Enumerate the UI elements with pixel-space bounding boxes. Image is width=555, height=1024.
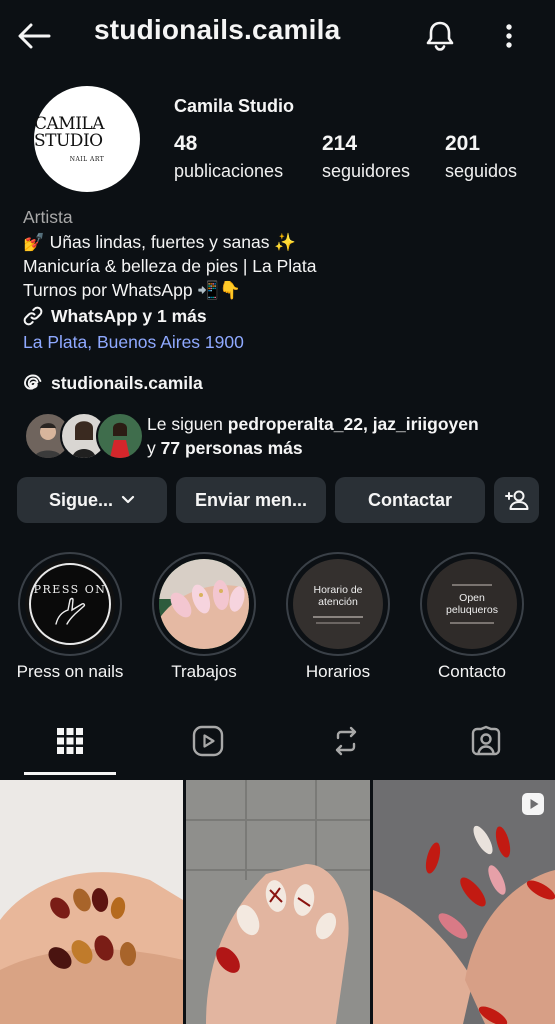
- tab-reels[interactable]: [162, 720, 254, 762]
- post-thumbnail[interactable]: [0, 780, 183, 1024]
- stat-value: 201: [445, 132, 481, 155]
- grid-icon: [56, 727, 84, 755]
- add-person-icon: [504, 489, 529, 511]
- stat-label: seguidos: [445, 161, 518, 181]
- followed-by-others: 77 personas más: [160, 438, 303, 458]
- threads-badge[interactable]: studionails.camila: [23, 371, 203, 395]
- highlight-label: Contacto: [437, 662, 507, 681]
- reels-icon: [192, 725, 224, 757]
- stat-label: publicaciones: [174, 161, 284, 181]
- stat-label: seguidores: [322, 161, 411, 181]
- followed-by-and: y: [147, 438, 161, 458]
- divider: [450, 622, 494, 624]
- avatar-logo-subtext: NAIL ART: [69, 155, 105, 163]
- tab-tagged[interactable]: [440, 720, 532, 762]
- post-image: [0, 780, 183, 1024]
- profile-name: Camila Studio: [174, 96, 295, 116]
- reel-indicator-icon: [521, 792, 545, 816]
- divider: [313, 616, 363, 618]
- followed-by-prefix: Le siguen: [147, 414, 228, 434]
- contact-button-label: Contactar: [367, 489, 452, 510]
- stat-posts[interactable]: 48 publicaciones: [174, 132, 283, 182]
- stat-value: 214: [322, 132, 358, 155]
- threads-icon: [23, 373, 43, 393]
- location-link[interactable]: La Plata, Buenos Aires 1900: [23, 330, 244, 354]
- highlight-cover: PRESS ON: [25, 559, 115, 649]
- avatar: [96, 412, 144, 460]
- active-tab-indicator: [24, 772, 116, 775]
- followed-by-users: pedroperalta_22, jaz_iriigoyen: [227, 414, 479, 434]
- back-arrow-icon[interactable]: [14, 16, 54, 56]
- divider: [452, 584, 492, 586]
- mutual-followers-avatars[interactable]: [24, 412, 144, 460]
- bio-line: Manicuría & belleza de pies | La Plata: [23, 256, 317, 276]
- nails-photo: [159, 559, 249, 649]
- stat-following[interactable]: 201 seguidos: [445, 132, 517, 182]
- highlight-cover-text: PRESS ON: [33, 582, 107, 596]
- suggested-users-button[interactable]: [494, 477, 539, 523]
- link-icon: [23, 306, 43, 326]
- highlight-cover: Horario de atención: [293, 559, 383, 649]
- following-button-label: Sigue...: [48, 489, 113, 510]
- bio-line: Turnos por WhatsApp 📲👇: [23, 280, 242, 300]
- highlight-contacto[interactable]: Open peluqueros Contacto: [420, 552, 524, 681]
- tab-reposts[interactable]: [300, 720, 392, 762]
- hand-icon: [55, 597, 86, 625]
- avatar-logo-text: CAMILA STUDIO: [34, 113, 104, 151]
- chevron-down-icon: [121, 495, 135, 505]
- threads-handle: studionails.camila: [51, 373, 203, 393]
- highlight-press-on-nails[interactable]: PRESS ON Press on nails: [17, 552, 123, 681]
- highlight-cover: [159, 559, 249, 649]
- mutual-followers-text[interactable]: Le siguen pedroperalta_22, jaz_iriigoyen…: [147, 412, 479, 460]
- post-image: [186, 780, 370, 1024]
- bell-icon[interactable]: [420, 16, 460, 56]
- post-thumbnail[interactable]: [373, 780, 555, 1024]
- profile-username-title: studionails.camila: [94, 14, 341, 45]
- highlight-cover-text: Horario de atención: [313, 584, 363, 608]
- highlight-horarios[interactable]: Horario de atención Horarios: [286, 552, 390, 681]
- links-label: WhatsApp y 1 más: [51, 306, 207, 326]
- highlight-trabajos[interactable]: Trabajos: [152, 552, 256, 681]
- highlight-cover: Open peluqueros: [427, 559, 517, 649]
- profile-category: Artista: [23, 207, 73, 227]
- repost-icon: [331, 726, 361, 756]
- message-button-label: Enviar men...: [194, 489, 308, 510]
- post-image: [373, 780, 555, 1024]
- post-thumbnail[interactable]: [186, 780, 370, 1024]
- tab-posts-grid[interactable]: [24, 720, 116, 762]
- bio-line: 💅 Uñas lindas, fuertes y sanas ✨: [23, 232, 297, 252]
- divider: [316, 622, 360, 624]
- profile-links[interactable]: WhatsApp y 1 más: [23, 304, 207, 328]
- profile-avatar[interactable]: CAMILA STUDIO NAIL ART: [34, 86, 140, 192]
- following-button[interactable]: Sigue...: [17, 477, 167, 523]
- message-button[interactable]: Enviar men...: [176, 477, 326, 523]
- highlight-cover-text: Open peluqueros: [446, 592, 498, 616]
- more-options-icon[interactable]: [494, 16, 524, 56]
- contact-button[interactable]: Contactar: [335, 477, 485, 523]
- stat-value: 48: [174, 132, 198, 155]
- tagged-person-icon: [470, 725, 502, 757]
- stat-followers[interactable]: 214 seguidores: [322, 132, 410, 182]
